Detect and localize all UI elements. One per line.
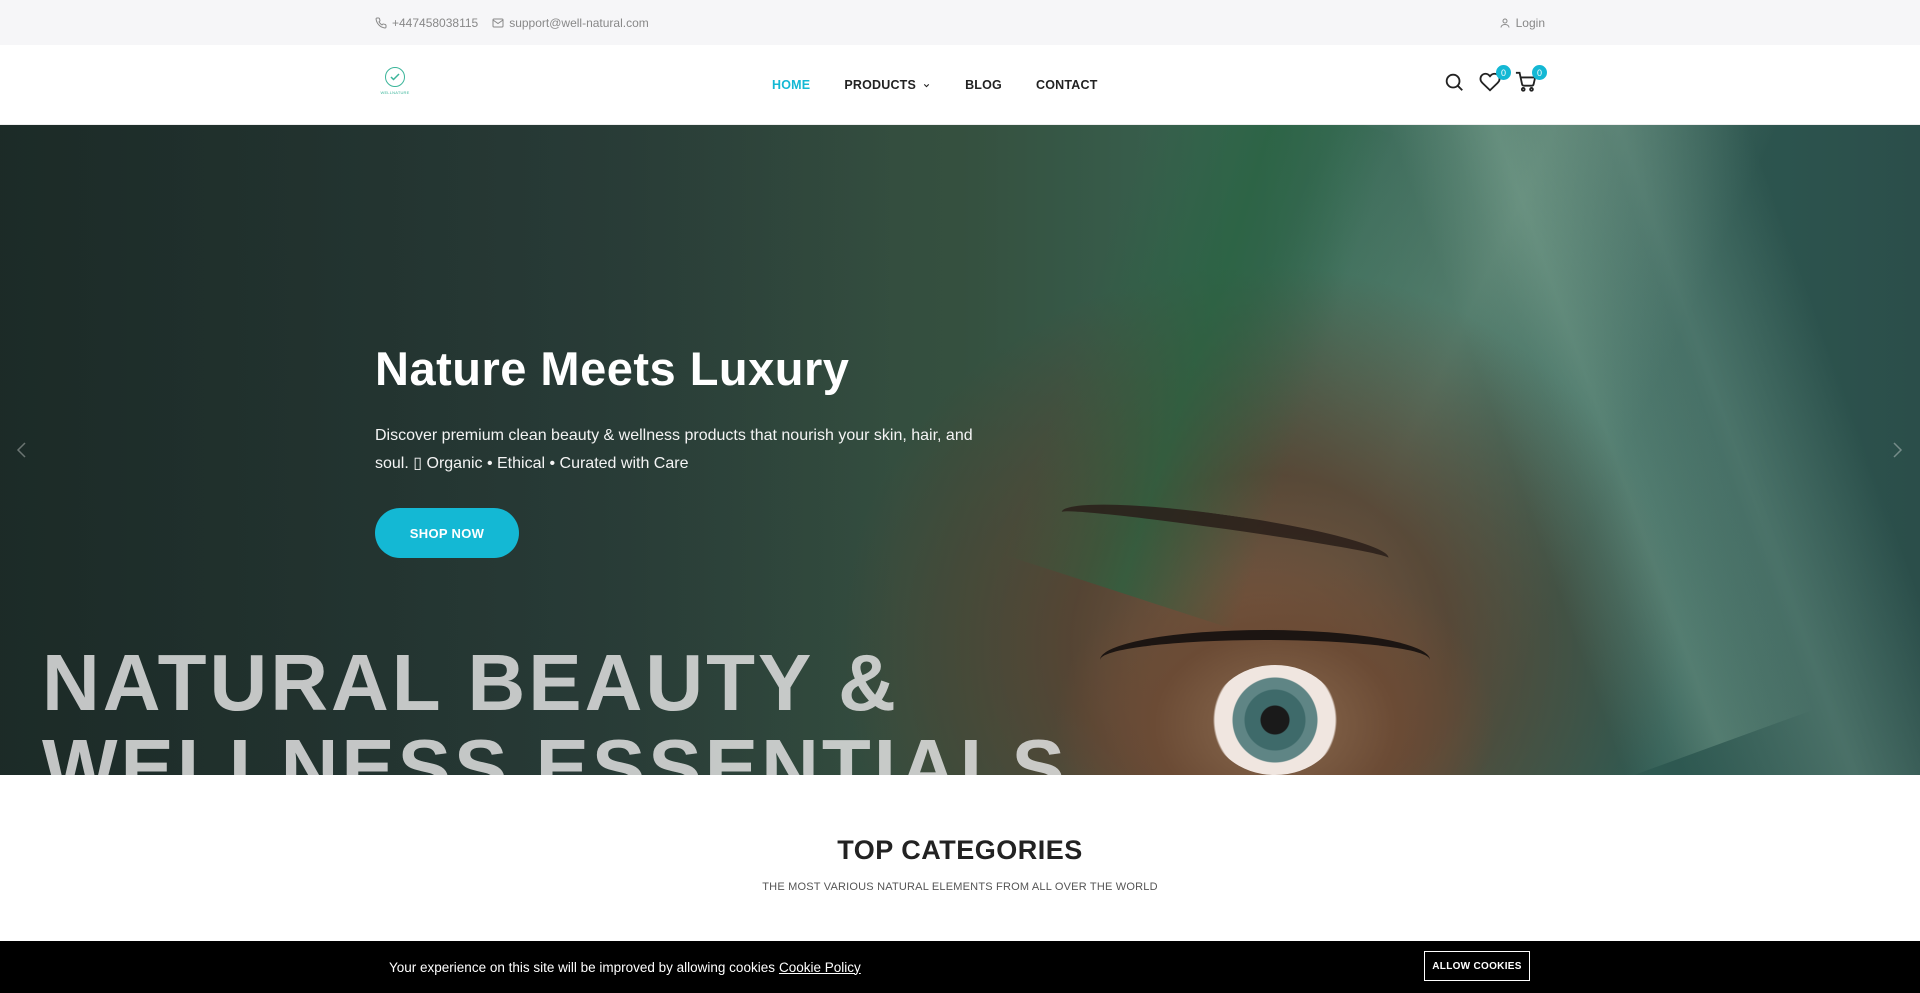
top-categories-subtitle: THE MOST VARIOUS NATURAL ELEMENTS FROM A… <box>762 881 1158 893</box>
email-link[interactable]: support@well-natural.com <box>492 16 649 30</box>
hero-background-leaf <box>1386 125 1814 775</box>
cart-count-badge: 0 <box>1532 65 1547 80</box>
hero-title: Nature Meets Luxury <box>375 342 850 395</box>
nav-contact[interactable]: CONTACT <box>1036 78 1098 92</box>
phone-icon <box>375 16 387 28</box>
wishlist-button[interactable]: 0 <box>1479 65 1511 93</box>
phone-number: +447458038115 <box>392 15 479 30</box>
search-icon <box>1445 73 1463 91</box>
main-header: WELLNATURE HOME PRODUCTS BLOG CONTACT 0 … <box>0 45 1920 125</box>
mail-icon <box>492 18 504 27</box>
site-logo[interactable]: WELLNATURE <box>378 67 412 101</box>
phone-link[interactable]: +447458038115 <box>375 16 478 30</box>
chevron-left-icon <box>16 442 26 458</box>
chevron-right-icon <box>1893 442 1903 458</box>
hero-background-eye <box>1210 665 1340 775</box>
hero-description: Discover premium clean beauty & wellness… <box>375 427 973 472</box>
user-icon <box>1500 18 1510 28</box>
wishlist-count-badge: 0 <box>1496 65 1511 80</box>
nav-products-label: PRODUCTS <box>844 78 917 92</box>
login-label: Login <box>1515 15 1545 30</box>
cart-button[interactable]: 0 <box>1515 65 1547 93</box>
check-leaf-icon <box>390 73 400 81</box>
login-link[interactable]: Login <box>1499 16 1545 30</box>
search-button[interactable] <box>1443 71 1465 93</box>
logo-mark <box>385 67 405 87</box>
main-nav: HOME PRODUCTS BLOG CONTACT <box>772 45 1098 125</box>
header-actions: 0 0 <box>1443 65 1547 93</box>
top-bar: +447458038115 support@well-natural.com L… <box>0 0 1920 45</box>
logo-text: WELLNATURE <box>380 90 410 95</box>
hero-big-text-line-1: NATURAL BEAUTY & <box>42 638 899 727</box>
slider-next-button[interactable] <box>1885 438 1909 462</box>
chevron-down-icon <box>923 83 930 87</box>
cookie-message-text: Your experience on this site will be imp… <box>389 959 775 975</box>
slider-prev-button[interactable] <box>10 438 34 462</box>
cookie-policy-link[interactable]: Cookie Policy <box>779 960 861 975</box>
nav-blog[interactable]: BLOG <box>965 78 1002 92</box>
hero-big-text-line-2: WELLNESS ESSENTIALS <box>42 723 1068 775</box>
cookie-message: Your experience on this site will be imp… <box>389 941 861 993</box>
cookie-banner: Your experience on this site will be imp… <box>0 941 1920 993</box>
shop-now-button[interactable]: SHOP NOW <box>375 508 519 558</box>
email-address: support@well-natural.com <box>509 15 649 30</box>
hero-slider: Nature Meets Luxury Discover premium cle… <box>0 125 1920 775</box>
hero-big-text: NATURAL BEAUTY & WELLNESS ESSENTIALS <box>42 640 1068 775</box>
nav-home[interactable]: HOME <box>772 78 810 92</box>
nav-products[interactable]: PRODUCTS <box>844 78 931 92</box>
allow-cookies-button[interactable]: ALLOW COOKIES <box>1424 951 1530 981</box>
top-categories-title: TOP CATEGORIES <box>837 835 1083 865</box>
